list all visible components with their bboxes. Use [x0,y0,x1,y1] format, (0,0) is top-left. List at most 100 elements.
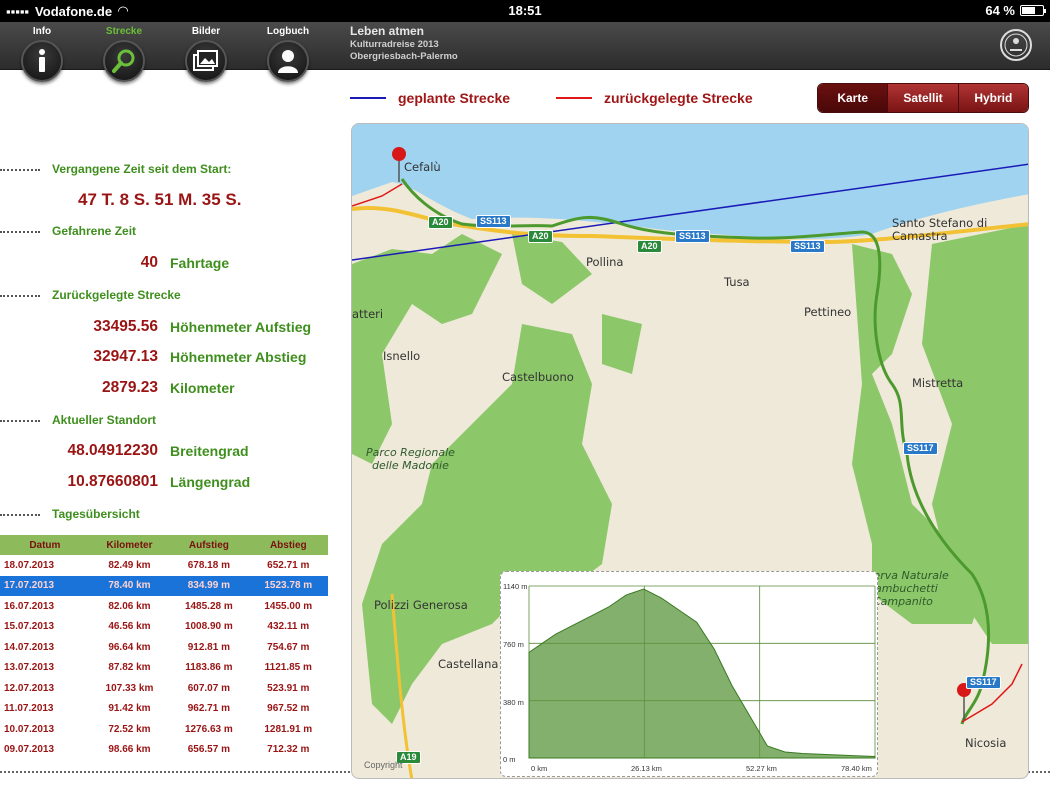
legend-traveled: zurückgelegte Strecke [556,90,753,106]
table-cell: 107.33 km [105,682,154,694]
table-cell: 912.81 m [187,641,230,653]
status-bar: ▪▪▪▪▪ Vodafone.de ◠ 18:51 64 % [0,0,1050,22]
elevation-chart [528,585,876,759]
road-shield: A20 [528,230,553,243]
tab-bilder[interactable]: Bilder [171,22,241,82]
table-cell: 87.82 km [108,662,151,674]
elapsed-header: Vergangene Zeit seit dem Start: [52,162,232,176]
table-cell: 98.66 km [108,744,151,756]
road-shield: SS113 [675,230,710,243]
table-cell: 967.52 m [267,703,310,715]
legend-planned: geplante Strecke [350,90,510,106]
forest [512,234,592,304]
daily-table: Datum Kilometer Aufstieg Abstieg 18.07.2… [0,535,328,760]
ride-days-value: 40 [140,254,158,271]
table-cell: 962.71 m [187,703,230,715]
table-cell: 10.07.2013 [4,723,55,735]
table-cell: 652.71 m [267,559,310,571]
column-header: Kilometer [89,535,170,555]
table-cell: 656.57 m [187,744,230,756]
place-label: Nicosia [965,736,1007,750]
table-row[interactable]: 15.07.2013 46.56 km 1008.90 m 432.11 m [0,617,328,638]
latitude-value: 48.04912230 [67,442,158,459]
table-row[interactable]: 18.07.2013 82.49 km 678.18 m 652.71 m [0,555,328,576]
table-cell: 11.07.2013 [4,703,54,715]
km-label: Kilometer [170,380,235,396]
map-type-karte-button[interactable]: Karte [818,84,888,112]
place-label: Castelbuono [502,370,574,384]
road-shield: SS113 [476,215,511,228]
chiemsee-logo [1000,29,1032,61]
road-shield: SS117 [966,676,1001,689]
table-cell: 1281.91 m [264,723,313,735]
ride-days-label: Fahrtage [170,255,230,271]
table-row[interactable]: 12.07.2013 107.33 km 607.07 m 523.91 m [0,678,328,699]
map-type-satellit-button[interactable]: Satellit [887,84,958,112]
table-row[interactable]: 16.07.2013 82.06 km 1485.28 m 1455.00 m [0,596,328,617]
longitude-value: 10.87660801 [67,473,158,490]
table-row[interactable]: 17.07.2013 78.40 km 834.99 m 1523.78 m [0,575,328,596]
table-cell: 1183.86 m [185,662,233,674]
place-label: Tusa [724,275,750,289]
table-cell: 18.07.2013 [4,559,55,571]
longitude-label: Längengrad [170,474,251,490]
divider [0,420,40,422]
column-header: Datum [0,535,90,555]
elevation-profile: 1140 m 760 m 380 m 0 m 0 km 26.13 km 52.… [500,571,878,777]
place-label: Polizzi Generosa [374,598,468,612]
nav-bar: Info Strecke Bilder Logbuch Leben atmen … [0,22,1050,82]
map-type-hybrid-button[interactable]: Hybrid [957,84,1028,112]
place-label: Cefalù [404,160,441,174]
table-cell: 523.91 m [267,682,310,694]
table-cell: 1523.78 m [248,575,328,596]
traveled-line-icon [556,97,592,99]
route-map[interactable]: Cefalù Pollina Tusa Santo Stefano di Cam… [351,123,1029,779]
table-cell: 14.07.2013 [4,641,55,653]
table-row[interactable]: 14.07.2013 96.64 km 912.81 m 754.67 m [0,637,328,658]
table-cell: 96.64 km [108,641,151,653]
place-label: Isnello [383,349,421,363]
table-cell: 712.32 m [267,744,310,756]
trip-title: Leben atmen Kulturradreise 2013 Obergrie… [350,24,458,62]
tab-strecke[interactable]: Strecke [89,22,159,82]
tab-logbuch[interactable]: Logbuch [253,22,323,82]
person-icon [267,40,309,82]
table-cell: 1121.85 m [264,662,312,674]
table-cell: 15.07.2013 [4,621,55,633]
forest [602,314,642,374]
table-cell: 78.40 km [89,575,170,596]
ascent-value: 33495.56 [93,318,158,335]
place-label: atteri [352,307,384,321]
table-cell: 09.07.2013 [4,744,55,756]
table-row[interactable]: 13.07.2013 87.82 km 1183.86 m 1121.85 m [0,658,328,679]
table-row[interactable]: 10.07.2013 72.52 km 1276.63 m 1281.91 m [0,719,328,740]
divider [0,514,40,516]
info-icon [21,40,63,82]
table-cell: 16.07.2013 [4,600,55,612]
daily-header: Tagesübersicht [52,507,140,521]
descent-label: Höhenmeter Abstieg [170,349,307,365]
table-cell: 607.07 m [187,682,230,694]
battery-icon [1020,5,1046,16]
table-cell: 754.67 m [267,641,310,653]
table-cell: 1276.63 m [184,723,233,735]
table-header-row: Datum Kilometer Aufstieg Abstieg [0,535,328,555]
planned-line-icon [350,97,386,99]
ride-header: Gefahrene Zeit [52,224,137,238]
table-row[interactable]: 09.07.2013 98.66 km 656.57 m 712.32 m [0,740,328,761]
table-cell: 13.07.2013 [4,662,55,674]
table-cell: 432.11 m [267,621,310,633]
divider [0,231,40,233]
table-cell: 46.56 km [108,621,151,633]
table-row[interactable]: 11.07.2013 91.42 km 962.71 m 967.52 m [0,699,328,720]
place-label: Mistretta [912,376,964,390]
map-copyright: Copyright [364,760,403,770]
place-label: Pettineo [804,305,852,319]
distance-header: Zurückgelegte Strecke [52,288,181,302]
column-header: Aufstieg [169,535,249,555]
divider [0,169,40,171]
photos-icon [185,40,227,82]
ascent-label: Höhenmeter Aufstieg [170,319,312,335]
table-cell: 82.06 km [108,600,151,612]
tab-info[interactable]: Info [7,22,77,82]
